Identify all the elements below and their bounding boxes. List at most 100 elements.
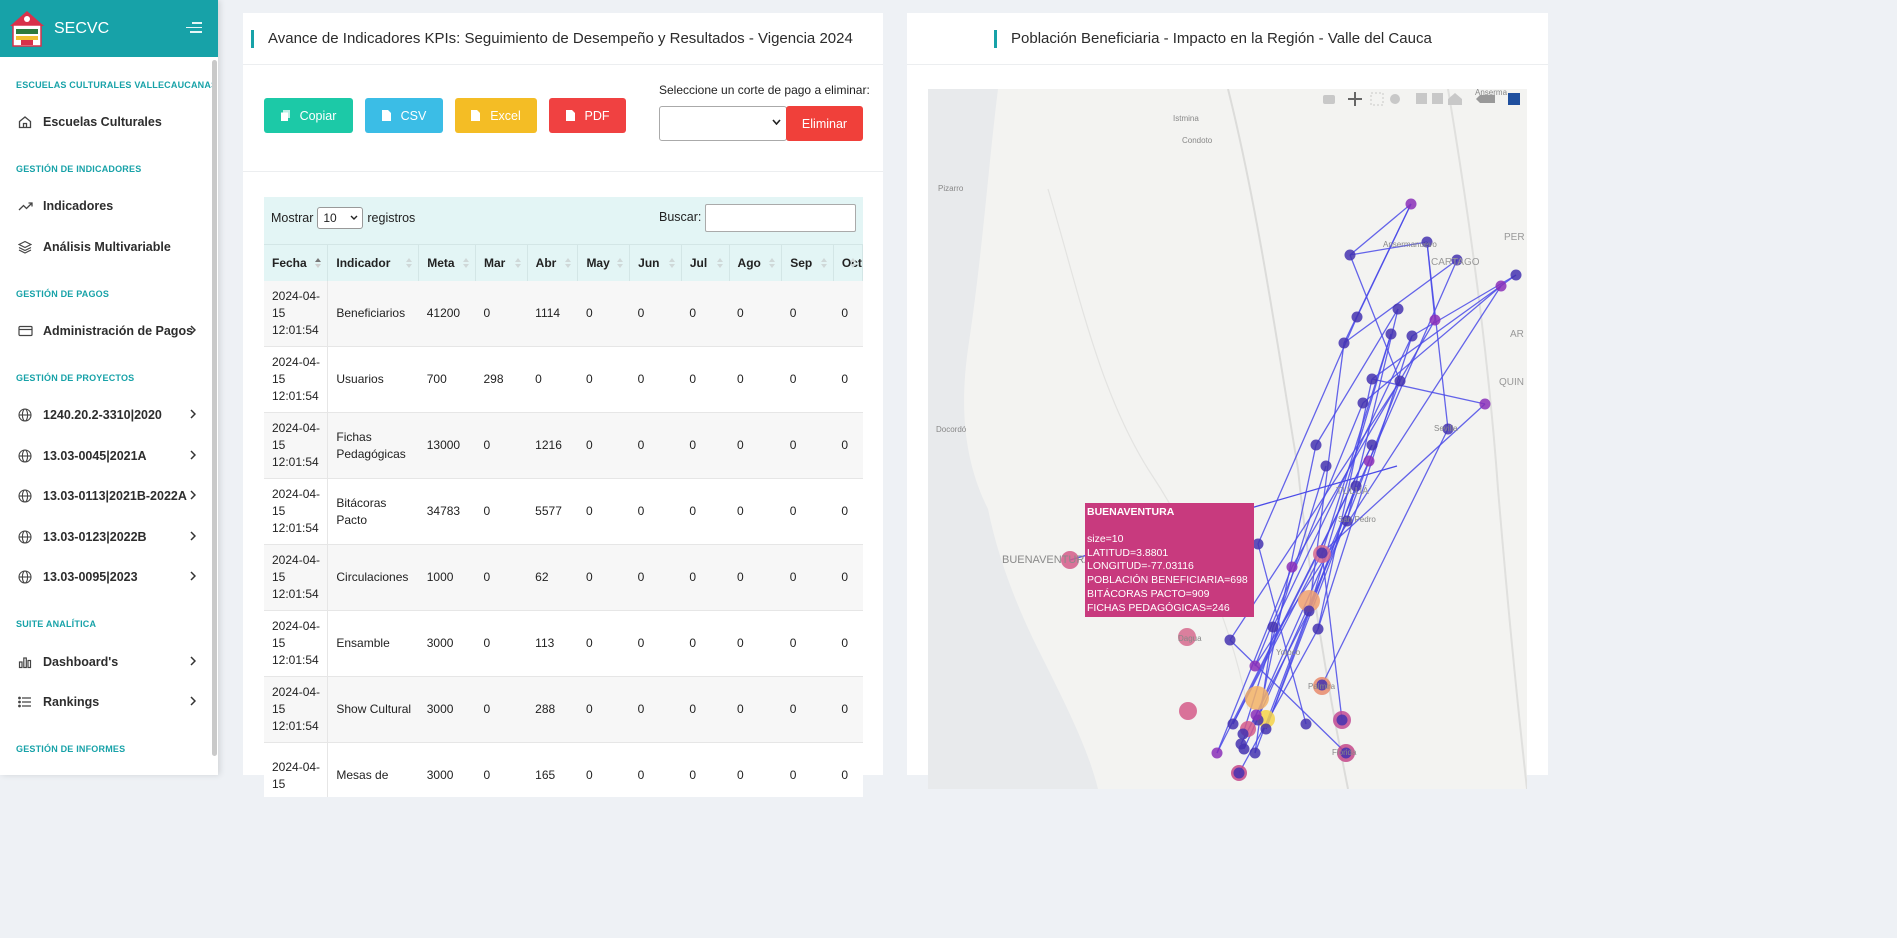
route-point[interactable] bbox=[1312, 623, 1324, 635]
beneficiary-marker[interactable] bbox=[1245, 686, 1269, 710]
hover-compare-icon[interactable] bbox=[1476, 95, 1495, 103]
table-cell: 1114 bbox=[527, 280, 578, 347]
route-point[interactable] bbox=[1235, 738, 1247, 750]
route-point[interactable] bbox=[1479, 398, 1491, 410]
copy-button[interactable]: Copiar bbox=[264, 98, 353, 133]
table-cell: 0 bbox=[577, 742, 630, 797]
route-point[interactable] bbox=[1429, 314, 1441, 326]
excel-button[interactable]: Excel bbox=[455, 98, 537, 133]
sort-icon bbox=[769, 258, 776, 268]
route-point[interactable] bbox=[1286, 561, 1298, 573]
table-cell: 0 bbox=[833, 742, 863, 797]
zoom-out-icon[interactable] bbox=[1432, 93, 1443, 104]
table-cell: 0 bbox=[681, 478, 730, 545]
route-point[interactable] bbox=[1394, 375, 1406, 387]
sidebar-item-proyecto-2023[interactable]: 13.03-0095|2023 bbox=[0, 562, 212, 592]
column-header[interactable]: Indicador bbox=[327, 244, 420, 281]
table-cell: 0 bbox=[577, 280, 630, 347]
excel-button-label: Excel bbox=[490, 108, 521, 123]
table-cell: Ensamble bbox=[327, 610, 419, 677]
column-header[interactable]: Sep bbox=[781, 244, 834, 281]
sidebar-item-analisis-multivariable[interactable]: Análisis Multivariable bbox=[0, 232, 212, 262]
route-point[interactable] bbox=[1249, 747, 1261, 759]
copy-icon bbox=[280, 110, 290, 121]
route-point[interactable] bbox=[1357, 397, 1369, 409]
route-point[interactable] bbox=[1227, 718, 1239, 730]
table-cell: 0 bbox=[729, 676, 782, 743]
search-input[interactable] bbox=[705, 204, 856, 232]
sidebar-item-proyecto-2022b[interactable]: 13.03-0123|2022B bbox=[0, 522, 212, 552]
route-point[interactable] bbox=[1224, 634, 1236, 646]
sidebar-item-escuelas-culturales[interactable]: Escuelas Culturales bbox=[0, 107, 212, 137]
column-header[interactable]: Ago bbox=[729, 244, 783, 281]
page-size-select[interactable]: 10 bbox=[317, 207, 364, 229]
route-point[interactable] bbox=[1237, 728, 1249, 740]
table-cell: Fichas Pedagógicas bbox=[327, 412, 419, 479]
route-point[interactable] bbox=[1252, 538, 1264, 550]
column-header[interactable]: Oct bbox=[833, 244, 863, 281]
route-point[interactable] bbox=[1392, 303, 1404, 315]
map-canvas[interactable]: Istmina Condoto Pizarro Docordó BUENAVEN… bbox=[928, 89, 1527, 789]
table-cell: 0 bbox=[729, 742, 782, 797]
menu-toggle-icon[interactable] bbox=[186, 22, 202, 34]
route-point[interactable] bbox=[1405, 198, 1417, 210]
csv-button[interactable]: CSV bbox=[365, 98, 443, 133]
delete-button[interactable]: Eliminar bbox=[786, 106, 863, 141]
place-label-sevilla: Sevilla bbox=[1434, 424, 1458, 433]
table-cell: 288 bbox=[527, 676, 578, 743]
route-point[interactable] bbox=[1250, 709, 1262, 721]
route-point[interactable] bbox=[1233, 767, 1245, 779]
column-header[interactable]: Mar bbox=[475, 244, 528, 281]
sidebar-item-proyecto-2021b-2022a[interactable]: 13.03-0113|2021B-2022A bbox=[0, 481, 212, 511]
table-cell: 113 bbox=[527, 610, 578, 677]
route-point[interactable] bbox=[1320, 460, 1332, 472]
sidebar-item-administracion-pagos[interactable]: Administración de Pagos bbox=[0, 316, 212, 346]
sidebar-item-rankings[interactable]: Rankings bbox=[0, 687, 212, 717]
route-point[interactable] bbox=[1406, 330, 1418, 342]
table-cell: 0 bbox=[833, 478, 863, 545]
column-header[interactable]: Jul bbox=[681, 244, 730, 281]
corte-pago-select[interactable] bbox=[659, 106, 787, 141]
camera-icon[interactable] bbox=[1323, 95, 1335, 104]
route-point[interactable] bbox=[1267, 621, 1279, 633]
route-point[interactable] bbox=[1260, 723, 1272, 735]
route-point[interactable] bbox=[1249, 660, 1261, 672]
route-point[interactable] bbox=[1351, 311, 1363, 323]
route-point[interactable] bbox=[1300, 718, 1312, 730]
region-map[interactable]: Istmina Condoto Pizarro Docordó BUENAVEN… bbox=[928, 89, 1527, 789]
sidebar-item-proyecto-2020[interactable]: 1240.20.2-3310|2020 bbox=[0, 400, 212, 430]
column-header[interactable]: Meta bbox=[418, 244, 476, 281]
place-label-per: PER bbox=[1504, 232, 1525, 243]
sidebar-item-proyecto-2021a[interactable]: 13.03-0045|2021A bbox=[0, 441, 212, 471]
route-point[interactable] bbox=[1363, 455, 1375, 467]
route-point[interactable] bbox=[1310, 439, 1322, 451]
table-cell: 0 bbox=[781, 280, 834, 347]
route-point[interactable] bbox=[1336, 714, 1348, 726]
route-point[interactable] bbox=[1303, 605, 1315, 617]
sidebar-item-dashboards[interactable]: Dashboard's bbox=[0, 647, 212, 677]
lasso-icon[interactable] bbox=[1390, 94, 1400, 104]
title-accent-bar bbox=[994, 29, 997, 48]
plotly-logo-icon[interactable] bbox=[1508, 93, 1520, 105]
route-point[interactable] bbox=[1344, 249, 1356, 261]
table-cell: 0 bbox=[577, 412, 630, 479]
sidebar-item-indicadores[interactable]: Indicadores bbox=[0, 191, 212, 221]
route-point[interactable] bbox=[1316, 547, 1328, 559]
pdf-button[interactable]: PDF bbox=[549, 98, 626, 133]
column-header[interactable]: Jun bbox=[629, 244, 682, 281]
column-header[interactable]: Fecha bbox=[264, 244, 329, 281]
column-header[interactable]: Abr bbox=[527, 244, 579, 281]
sidebar-scrollbar[interactable] bbox=[212, 60, 217, 756]
route-point[interactable] bbox=[1366, 439, 1378, 451]
file-pdf-icon bbox=[565, 110, 575, 121]
route-point[interactable] bbox=[1495, 280, 1507, 292]
route-point[interactable] bbox=[1211, 747, 1223, 759]
route-point[interactable] bbox=[1338, 337, 1350, 349]
route-point[interactable] bbox=[1366, 373, 1378, 385]
beneficiary-marker[interactable] bbox=[1179, 702, 1197, 720]
column-header[interactable]: May bbox=[577, 244, 631, 281]
route-point[interactable] bbox=[1385, 328, 1397, 340]
column-header-label: Mar bbox=[483, 255, 506, 270]
zoom-in-icon[interactable] bbox=[1416, 93, 1427, 104]
route-point[interactable] bbox=[1510, 269, 1522, 281]
